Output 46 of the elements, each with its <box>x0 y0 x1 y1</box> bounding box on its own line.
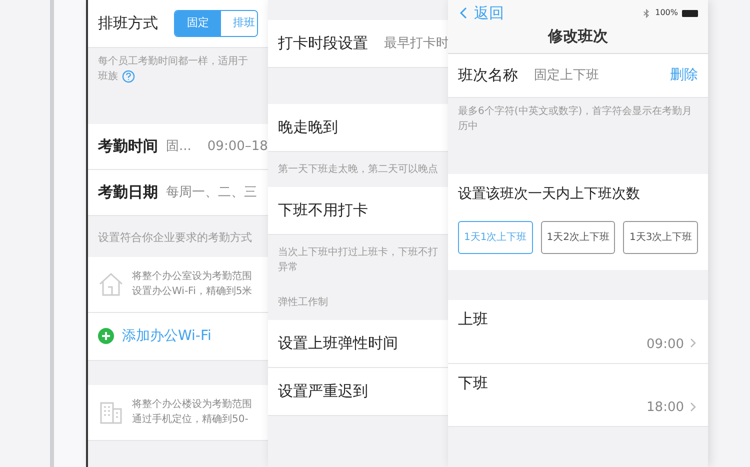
row-value: 每周一、二、三 <box>166 184 257 202</box>
row-value: 09:00–18 <box>207 138 268 156</box>
row-label: 班次名称 <box>458 65 518 86</box>
chevron-right-icon <box>688 338 698 348</box>
row-label: 设置上班弹性时间 <box>278 333 398 354</box>
back-link[interactable]: 返回 <box>458 2 504 24</box>
chevron-right-icon <box>688 402 698 412</box>
section-label: 设置符合你企业要求的考勤方式 <box>97 230 253 246</box>
row-label: 排班方式 <box>98 13 158 34</box>
description-text: 将整个办公楼设为考勤范围 <box>132 398 252 412</box>
description-text: 设置办公Wi-Fi，精确到5米 <box>132 284 252 299</box>
time-value: 09:00 <box>646 336 684 352</box>
count-option[interactable]: 1天2次上下班 <box>540 221 616 254</box>
bluetooth-icon <box>642 8 652 18</box>
time-value: 18:00 <box>646 400 684 415</box>
row-label: 上班 <box>458 309 489 330</box>
hint-text: 第一天下班走太晚，第二天可以晚点 <box>278 162 438 177</box>
hint-text: 当次上下班中打过上班卡，下班不打 <box>278 246 438 260</box>
segment-tab[interactable]: 固定 <box>175 11 221 36</box>
hint-text: 班族 <box>98 70 118 84</box>
description-text: 将整个办公室设为考勤范围 <box>132 270 252 284</box>
row-label: 设置严重迟到 <box>278 381 368 402</box>
hint-text: 最多6个字符(中英文或数字)，首字符会显示在考勤月历中 <box>457 104 694 134</box>
row-label: 打卡时段设置 <box>278 33 368 54</box>
hint-text: 弹性工作制 <box>278 296 329 310</box>
row-label: 考勤日期 <box>98 182 158 204</box>
mode-segmented-control[interactable]: 固定 排班 <box>174 10 258 37</box>
section-label: 设置该班次一天内上下班次数 <box>458 185 641 204</box>
row-label: 下班不用打卡 <box>278 200 368 222</box>
battery-icon <box>682 10 698 17</box>
add-icon <box>98 328 114 344</box>
row-value: 固... <box>166 138 192 156</box>
house-icon <box>98 271 124 297</box>
battery-label: 100% <box>655 7 678 20</box>
delete-button[interactable]: 删除 <box>670 65 698 86</box>
row-value: 固定上下班 <box>534 66 599 85</box>
count-option[interactable]: 1天1次上下班 <box>458 221 533 254</box>
hint-text: 异常 <box>278 260 299 275</box>
help-icon <box>122 70 135 83</box>
screen-title: 修改班次 <box>546 26 609 46</box>
row-label: 考勤时间 <box>98 136 158 158</box>
description-text: 通过手机定位，精确到50- <box>132 412 250 427</box>
row-label: 晚走晚到 <box>278 117 338 138</box>
hint-text: 每个员工考勤时间都一样，适用于 <box>98 54 249 69</box>
count-option[interactable]: 1天3次上下班 <box>623 221 698 254</box>
row-label: 下班 <box>458 372 489 394</box>
